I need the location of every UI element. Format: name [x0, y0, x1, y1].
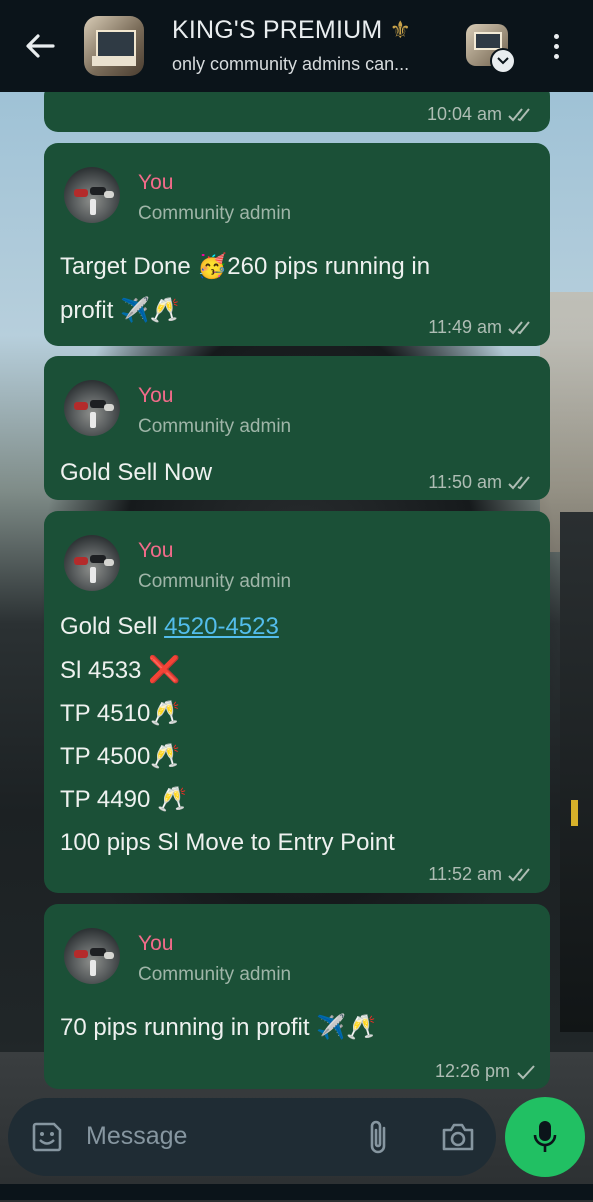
sender-name[interactable]: You	[138, 171, 173, 195]
chat-subtitle: only community admins can...	[172, 54, 410, 74]
message-time: 11:50 am	[428, 472, 536, 493]
system-nav-bar	[0, 1184, 593, 1200]
message-text: Gold Sell 4520-4523 Sl 4533 ❌ TP 4510🥂 T…	[60, 613, 395, 856]
sender-avatar[interactable]	[64, 380, 120, 436]
chat-title[interactable]: KING'S PREMIUM ⚜	[172, 16, 411, 45]
message-input-bar: Message	[8, 1098, 496, 1176]
message-bubble[interactable]: You Community admin Target Done 🥳260 pip…	[44, 143, 550, 346]
sender-avatar[interactable]	[64, 167, 120, 223]
camera-button[interactable]	[440, 1120, 476, 1154]
more-options-button[interactable]	[544, 28, 568, 64]
wallpaper-detail	[571, 800, 578, 826]
sender-avatar[interactable]	[64, 535, 120, 591]
message-bubble[interactable]: You Community admin Gold Sell 4520-4523 …	[44, 511, 550, 893]
menu-dot-icon	[553, 33, 559, 39]
back-button[interactable]	[22, 28, 58, 64]
message-input[interactable]: Message	[86, 1122, 187, 1151]
sender-name[interactable]: You	[138, 932, 173, 956]
message-bubble[interactable]: You Community admin 70 pips running in p…	[44, 904, 550, 1089]
double-check-icon	[508, 867, 530, 881]
message-text: Target Done 🥳260 pips running in profit …	[60, 253, 431, 324]
single-check-icon	[517, 1064, 535, 1079]
voice-record-button[interactable]	[505, 1097, 585, 1177]
double-check-icon	[508, 107, 530, 121]
double-check-icon	[508, 320, 530, 334]
message-time: 12:26 pm	[435, 1061, 536, 1082]
back-arrow-icon	[26, 34, 55, 58]
camera-icon	[442, 1123, 474, 1151]
price-link[interactable]: 4520-4523	[164, 613, 279, 640]
cross-mark-icon: ❌	[148, 654, 181, 684]
community-button[interactable]	[466, 24, 516, 74]
message-text: Gold Sell Now	[60, 459, 213, 486]
sender-role: Community admin	[138, 964, 292, 985]
sender-role: Community admin	[138, 571, 292, 592]
sender-avatar[interactable]	[64, 928, 120, 984]
message-time: 11:52 am	[428, 864, 536, 885]
fleur-de-lis-icon: ⚜	[389, 17, 412, 44]
sender-name[interactable]: You	[138, 384, 173, 408]
message-time: 11:49 am	[428, 317, 536, 338]
sticker-button[interactable]	[30, 1120, 64, 1154]
message-time: 10:04 am	[427, 104, 536, 125]
microphone-icon	[533, 1121, 557, 1152]
sender-name[interactable]: You	[138, 539, 173, 563]
sender-role: Community admin	[138, 203, 292, 224]
message-text: 70 pips running in profit ✈️🥂	[60, 1014, 376, 1041]
chevron-down-icon	[490, 48, 516, 74]
chat-header: KING'S PREMIUM ⚜ only community admins c…	[0, 0, 593, 92]
group-avatar[interactable]	[84, 16, 144, 76]
sticker-icon	[32, 1122, 62, 1152]
double-check-icon	[508, 475, 530, 489]
message-bubble[interactable]: You Community admin Gold Sell Now 11:50 …	[44, 356, 550, 500]
wallpaper-car-seat	[560, 512, 593, 1032]
sender-role: Community admin	[138, 416, 292, 437]
paperclip-icon	[370, 1120, 386, 1154]
attach-button[interactable]	[364, 1118, 392, 1156]
